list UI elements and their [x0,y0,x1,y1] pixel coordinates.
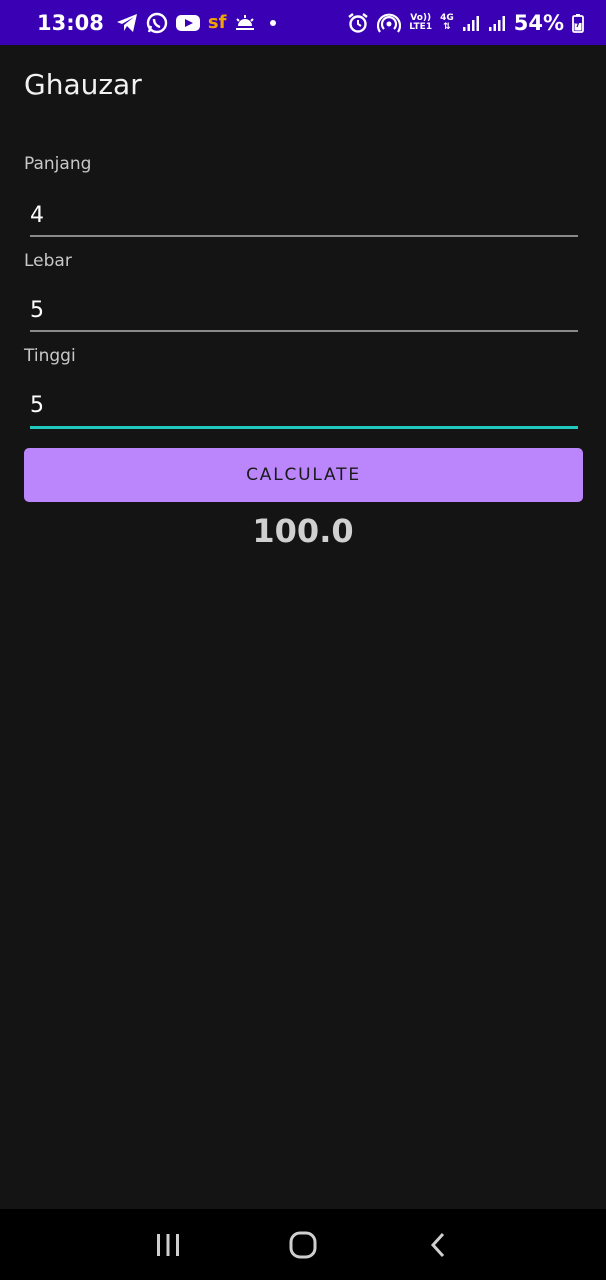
panjang-underline [30,235,578,237]
battery-percent: 54% [513,10,564,35]
lebar-input[interactable] [30,290,578,330]
telegram-icon [116,13,138,33]
home-icon[interactable] [273,1215,333,1275]
status-left: 13:08 sf [37,10,277,35]
volte-icon: Vo)) LTE1 [409,13,433,32]
status-bar: 13:08 sf Vo)) LTE1 4G ⇅ 54% [0,0,606,45]
panjang-label: Panjang [24,154,92,174]
status-time: 13:08 [37,10,104,35]
signal-icon [488,14,506,32]
navigation-bar [0,1209,606,1280]
result-value: 100.0 [252,512,354,550]
weather-icon [234,14,256,32]
tinggi-label: Tinggi [24,346,76,366]
calculate-button[interactable]: CALCULATE [24,448,583,502]
youtube-icon [175,14,200,32]
volte-line2: LTE1 [409,21,433,32]
panjang-field-group: Panjang [24,154,580,240]
back-icon[interactable] [408,1215,468,1275]
lebar-label: Lebar [24,251,72,271]
battery-charging-icon [572,13,584,33]
alarm-icon [347,12,369,34]
whatsapp-icon [146,12,168,34]
4g-icon: 4G ⇅ [440,13,454,32]
tinggi-field-group: Tinggi [24,346,580,432]
data-arrows-icon: ⇅ [443,21,451,32]
sf-icon: sf [207,12,227,33]
tinggi-input[interactable] [30,385,578,425]
recent-apps-icon[interactable] [138,1215,198,1275]
app-title: Ghauzar [24,68,142,101]
lebar-field-group: Lebar [24,251,580,337]
lebar-underline [30,330,578,332]
status-right: Vo)) LTE1 4G ⇅ 54% [347,11,584,35]
hotspot-icon [377,12,402,34]
panjang-input[interactable] [30,195,578,235]
notification-dot-icon [270,19,277,26]
tinggi-underline [30,426,578,429]
signal-icon [462,14,480,32]
